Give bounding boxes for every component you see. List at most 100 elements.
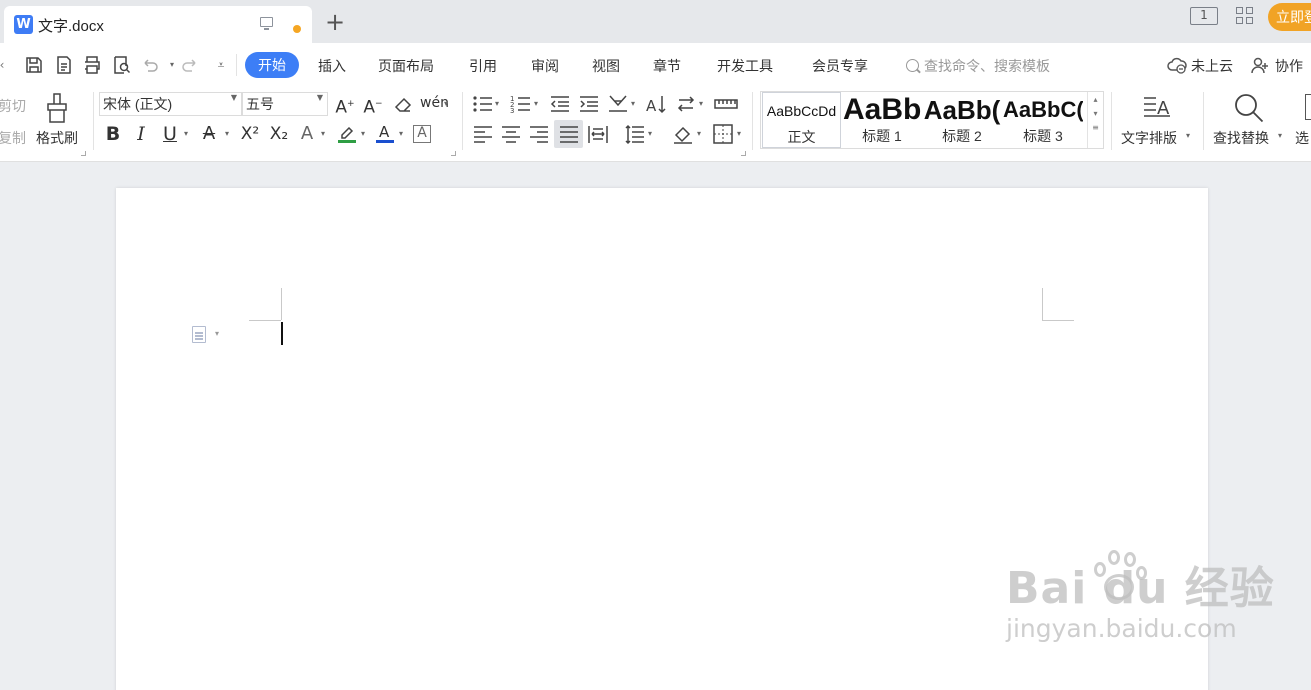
ruler-icon[interactable] (713, 93, 739, 115)
format-painter-label[interactable]: 格式刷 (36, 128, 78, 148)
export-pdf-icon[interactable] (54, 55, 74, 75)
login-now-button[interactable]: 立即登 (1268, 3, 1311, 31)
italic-button[interactable]: I (130, 123, 152, 145)
style-heading-1[interactable]: AaBb 标题 1 (843, 92, 921, 148)
paragraph-group-launcher-icon[interactable] (741, 151, 746, 156)
menu-review[interactable]: 审阅 (531, 56, 559, 76)
justify-icon[interactable] (558, 123, 580, 145)
cloud-status-label[interactable]: 未上云 (1191, 56, 1233, 76)
distributed-icon[interactable] (587, 123, 609, 145)
strikethrough-button[interactable]: A (198, 123, 220, 145)
save-icon[interactable] (24, 55, 44, 75)
menu-references[interactable]: 引用 (469, 56, 497, 76)
text-effects-button[interactable]: A (296, 123, 318, 145)
subscript-button[interactable]: X₂ (266, 123, 292, 145)
undo-dropdown-icon[interactable]: ▾ (162, 55, 182, 75)
underline-dropdown-icon[interactable]: ▾ (180, 123, 192, 145)
show-hide-dropdown-icon[interactable]: ▾ (696, 93, 706, 115)
underline-button[interactable]: U (159, 123, 181, 145)
paragraph-settings-dropdown-icon[interactable]: ▾ (215, 329, 219, 338)
character-border-button[interactable]: A (413, 125, 431, 143)
scroll-down-icon[interactable]: ▾ (1088, 109, 1103, 118)
customize-quick-access-icon[interactable]: ⩡ (211, 55, 231, 75)
font-color-icon[interactable]: A (374, 122, 396, 144)
redo-icon[interactable] (180, 55, 200, 75)
undo-icon[interactable] (140, 55, 160, 75)
style-normal[interactable]: AaBbCcDd 正文 (762, 92, 841, 148)
borders-icon[interactable] (712, 123, 734, 145)
find-replace-dropdown-icon[interactable]: ▾ (1275, 128, 1285, 144)
menu-developer-tools[interactable]: 开发工具 (717, 56, 773, 76)
font-color-dropdown-icon[interactable]: ▾ (395, 123, 407, 145)
chinese-layout-dropdown-icon[interactable]: ▾ (628, 93, 638, 115)
menu-home[interactable]: 开始 (245, 52, 299, 78)
menu-view[interactable]: 视图 (592, 56, 620, 76)
menu-page-layout[interactable]: 页面布局 (378, 56, 434, 76)
menu-insert[interactable]: 插入 (318, 56, 346, 76)
align-right-icon[interactable] (528, 123, 550, 145)
numbered-list-icon[interactable]: 123 (510, 93, 532, 115)
monitor-icon[interactable] (260, 17, 273, 30)
align-left-icon[interactable] (472, 123, 494, 145)
show-hide-marks-icon[interactable] (675, 93, 697, 115)
pinyin-dropdown-icon[interactable]: ▾ (440, 93, 452, 115)
strikethrough-dropdown-icon[interactable]: ▾ (221, 123, 233, 145)
cloud-icon[interactable] (1167, 55, 1187, 75)
text-effects-dropdown-icon[interactable]: ▾ (317, 123, 329, 145)
highlight-dropdown-icon[interactable]: ▾ (357, 123, 369, 145)
collaborate-label[interactable]: 协作 (1275, 56, 1303, 76)
select-icon[interactable] (1305, 94, 1311, 120)
copy-button[interactable]: 复制 (0, 128, 26, 148)
numbered-list-dropdown-icon[interactable]: ▾ (531, 93, 541, 115)
increase-indent-icon[interactable] (578, 93, 600, 115)
search-command-box[interactable]: 查找命令、搜索模板 (906, 56, 1050, 76)
style-heading-3[interactable]: AaBbC( 标题 3 (1003, 92, 1083, 148)
bullet-list-dropdown-icon[interactable]: ▾ (492, 93, 502, 115)
chinese-layout-icon[interactable] (607, 93, 629, 115)
window-layout-icon[interactable]: 1 (1190, 7, 1218, 25)
chevron-left-icon[interactable]: ‹ (0, 55, 12, 75)
text-layout-label[interactable]: 文字排版 (1121, 128, 1177, 148)
text-layout-icon[interactable]: A (1142, 92, 1172, 122)
paragraph-settings-icon[interactable] (192, 326, 206, 343)
bold-button[interactable]: B (102, 123, 124, 145)
new-tab-button[interactable]: + (324, 10, 346, 34)
scroll-up-icon[interactable]: ▴ (1088, 95, 1103, 104)
increase-font-size-icon[interactable]: A+ (334, 93, 356, 118)
find-replace-icon[interactable] (1233, 92, 1265, 124)
font-size-select[interactable]: 五号 ▼ (242, 92, 328, 116)
highlight-color-icon[interactable] (336, 122, 358, 144)
menu-member-exclusive[interactable]: 会员专享 (812, 56, 868, 76)
font-group-launcher-icon[interactable] (451, 151, 456, 156)
shading-icon[interactable] (672, 123, 694, 145)
bullet-list-icon[interactable] (472, 93, 494, 115)
font-name-select[interactable]: 宋体 (正文) ▼ (99, 92, 242, 116)
menu-section[interactable]: 章节 (653, 56, 681, 76)
clipboard-group-launcher-icon[interactable] (81, 151, 86, 156)
styles-scroll[interactable]: ▴ ▾ ≡ (1087, 92, 1103, 148)
decrease-font-size-icon[interactable]: A− (362, 93, 384, 118)
decrease-indent-icon[interactable] (549, 93, 571, 115)
text-cursor (281, 322, 283, 345)
apps-grid-icon[interactable] (1236, 7, 1254, 25)
print-icon[interactable] (82, 55, 102, 75)
style-heading-2[interactable]: AaBb( 标题 2 (923, 92, 1001, 148)
superscript-button[interactable]: X² (237, 123, 263, 145)
document-tab[interactable]: W 文字.docx (4, 6, 312, 43)
align-center-icon[interactable] (500, 123, 522, 145)
shading-dropdown-icon[interactable]: ▾ (694, 123, 704, 145)
format-painter-icon[interactable] (44, 92, 70, 124)
clear-format-icon[interactable] (392, 93, 414, 115)
user-collab-icon[interactable] (1250, 55, 1270, 75)
print-preview-icon[interactable] (112, 55, 132, 75)
borders-dropdown-icon[interactable]: ▾ (734, 123, 744, 145)
text-layout-dropdown-icon[interactable]: ▾ (1183, 128, 1193, 144)
find-replace-label[interactable]: 查找替换 (1213, 128, 1269, 148)
expand-gallery-icon[interactable]: ≡ (1088, 123, 1103, 132)
cut-button[interactable]: 剪切 (0, 96, 26, 116)
line-spacing-icon[interactable] (624, 123, 646, 145)
pinyin-guide-icon[interactable]: wén (420, 92, 449, 114)
select-label[interactable]: 选 (1295, 128, 1309, 148)
line-spacing-dropdown-icon[interactable]: ▾ (645, 123, 655, 145)
sort-icon[interactable]: A (645, 93, 667, 115)
